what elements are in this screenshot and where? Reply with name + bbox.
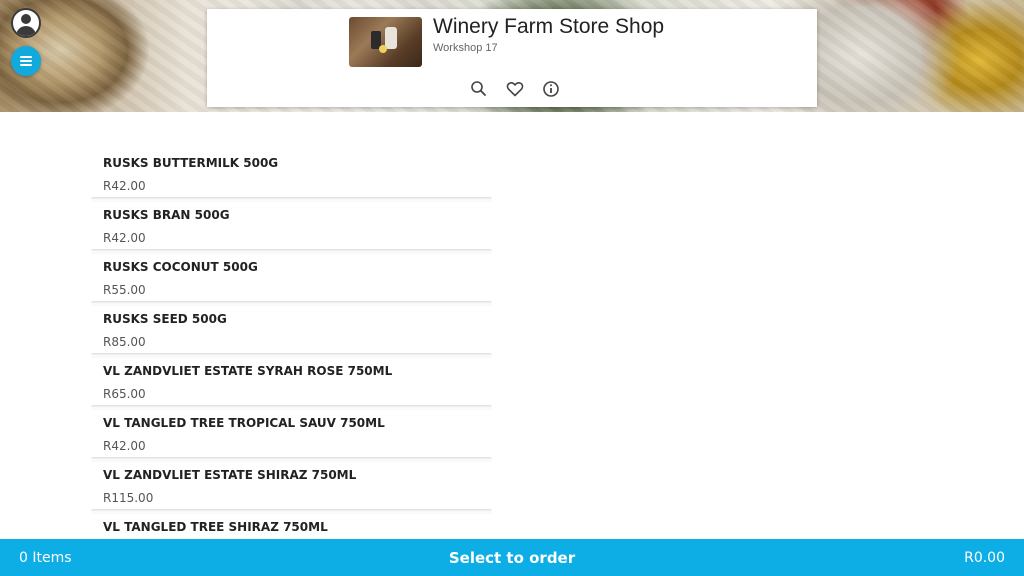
product-name: VL TANGLED TREE SHIRAZ 750ML [103,520,328,534]
product-name: RUSKS SEED 500G [103,312,227,326]
product-price: R42.00 [103,439,146,453]
heart-icon[interactable] [505,79,525,99]
menu-icon-line-1 [20,56,32,58]
store-location: Workshop 17 [433,42,498,54]
product-item[interactable]: RUSKS COCONUT 500G R55.00 [91,254,492,301]
product-name: RUSKS BUTTERMILK 500G [103,156,279,170]
search-icon[interactable] [469,79,489,99]
product-name: RUSKS COCONUT 500G [103,260,258,274]
menu-icon-line-2 [20,60,32,62]
product-price: R65.00 [103,387,146,401]
product-name: VL TANGLED TREE TROPICAL SAUV 750ML [103,416,385,430]
account-body-shape [16,26,36,36]
product-item[interactable]: VL ZANDVLIET ESTATE SHIRAZ 750ML R115.00 [91,462,492,509]
product-name: RUSKS BRAN 500G [103,208,230,222]
order-footer-bar[interactable]: 0 Items Select to order R0.00 [0,539,1024,576]
account-head-shape [21,14,31,24]
info-icon[interactable] [541,79,561,99]
store-name: Winery Farm Store Shop [433,15,665,38]
thumbnail-lid-gold [379,45,387,53]
menu-button[interactable] [11,46,41,76]
store-info-card: Winery Farm Store Shop Workshop 17 [207,9,817,107]
store-actions [207,79,817,99]
account-circle-icon[interactable] [11,8,41,38]
product-name: VL ZANDVLIET ESTATE SYRAH ROSE 750ML [103,364,393,378]
cart-total: R0.00 [964,550,1005,566]
product-price: R42.00 [103,231,146,245]
product-item[interactable]: VL TANGLED TREE TROPICAL SAUV 750ML R42.… [91,410,492,457]
product-price: R42.00 [103,179,146,193]
product-item[interactable]: RUSKS BUTTERMILK 500G R42.00 [91,150,492,197]
select-to-order-button[interactable]: Select to order [0,549,1024,567]
product-price: R85.00 [103,335,146,349]
menu-icon-line-3 [20,64,32,66]
product-name: VL ZANDVLIET ESTATE SHIRAZ 750ML [103,468,357,482]
thumbnail-jar-light [385,27,397,49]
product-list: RUSKS BUTTERMILK 500G R42.00 RUSKS BRAN … [91,150,492,538]
product-price: R115.00 [103,491,154,505]
product-item[interactable]: VL ZANDVLIET ESTATE SYRAH ROSE 750ML R65… [91,358,492,405]
product-item[interactable]: VL TANGLED TREE SHIRAZ 750ML [91,514,492,538]
store-thumbnail [349,17,422,67]
product-item[interactable]: RUSKS SEED 500G R85.00 [91,306,492,353]
product-price: R55.00 [103,283,146,297]
product-item[interactable]: RUSKS BRAN 500G R42.00 [91,202,492,249]
